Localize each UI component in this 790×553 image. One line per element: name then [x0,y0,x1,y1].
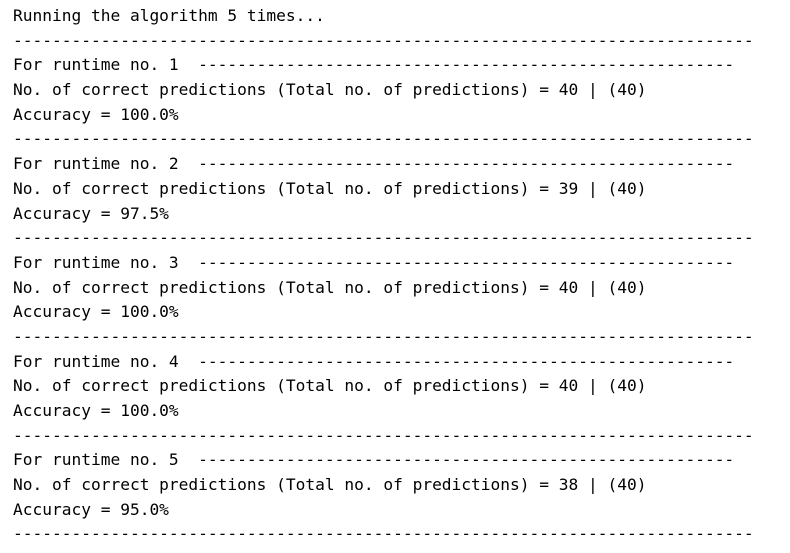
correct-predictions-line: No. of correct predictions (Total no. of… [13,178,647,198]
separator-line: ----------------------------------------… [13,129,754,149]
correct-predictions-line: No. of correct predictions (Total no. of… [13,277,647,297]
console-output: Running the algorithm 5 times... --------… [13,4,783,547]
accuracy-line: Accuracy = 100.0% [13,104,179,124]
intro-line: Running the algorithm 5 times... [13,6,325,25]
run-header: For runtime no. 4 ----------------------… [13,351,735,371]
separator-line: ----------------------------------------… [13,425,754,445]
separator-line: ----------------------------------------… [13,524,754,544]
correct-predictions-line: No. of correct predictions (Total no. of… [13,376,647,396]
run-header: For runtime no. 2 ----------------------… [13,154,735,174]
separator-line: ----------------------------------------… [13,326,754,346]
separator-line: ----------------------------------------… [13,228,754,248]
accuracy-line: Accuracy = 97.5% [13,203,169,223]
accuracy-line: Accuracy = 95.0% [13,499,169,519]
run-header: For runtime no. 5 ----------------------… [13,450,735,470]
accuracy-line: Accuracy = 100.0% [13,401,179,420]
run-header: For runtime no. 3 ----------------------… [13,252,735,272]
separator-line: ----------------------------------------… [13,30,754,50]
accuracy-line: Accuracy = 100.0% [13,302,179,322]
correct-predictions-line: No. of correct predictions (Total no. of… [13,80,647,100]
correct-predictions-line: No. of correct predictions (Total no. of… [13,475,647,495]
run-header: For runtime no. 1 ----------------------… [13,55,735,75]
